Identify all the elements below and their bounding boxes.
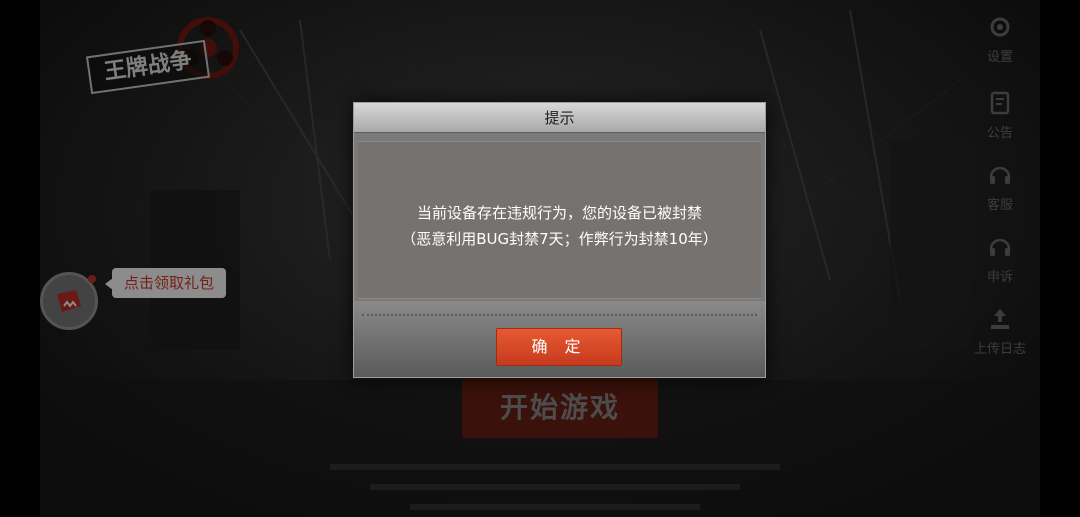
dialog-message-line-2: （恶意利用BUG封禁7天；作弊行为封禁10年） — [401, 230, 718, 248]
dialog-footer: 确 定 — [354, 301, 765, 377]
dialog-body: 当前设备存在违规行为，您的设备已被封禁 （恶意利用BUG封禁7天；作弊行为封禁1… — [358, 141, 761, 299]
dialog-message-line-1: 当前设备存在违规行为，您的设备已被封禁 — [416, 204, 702, 222]
dotted-divider — [362, 314, 757, 316]
dialog-message: 当前设备存在违规行为，您的设备已被封禁 （恶意利用BUG封禁7天；作弊行为封禁1… — [358, 200, 761, 252]
dialog-header: 提示 — [354, 103, 765, 133]
confirm-button[interactable]: 确 定 — [496, 328, 622, 366]
dialog-title: 提示 — [544, 109, 575, 127]
alert-dialog: 提示 当前设备存在违规行为，您的设备已被封禁 （恶意利用BUG封禁7天；作弊行为… — [353, 102, 766, 378]
